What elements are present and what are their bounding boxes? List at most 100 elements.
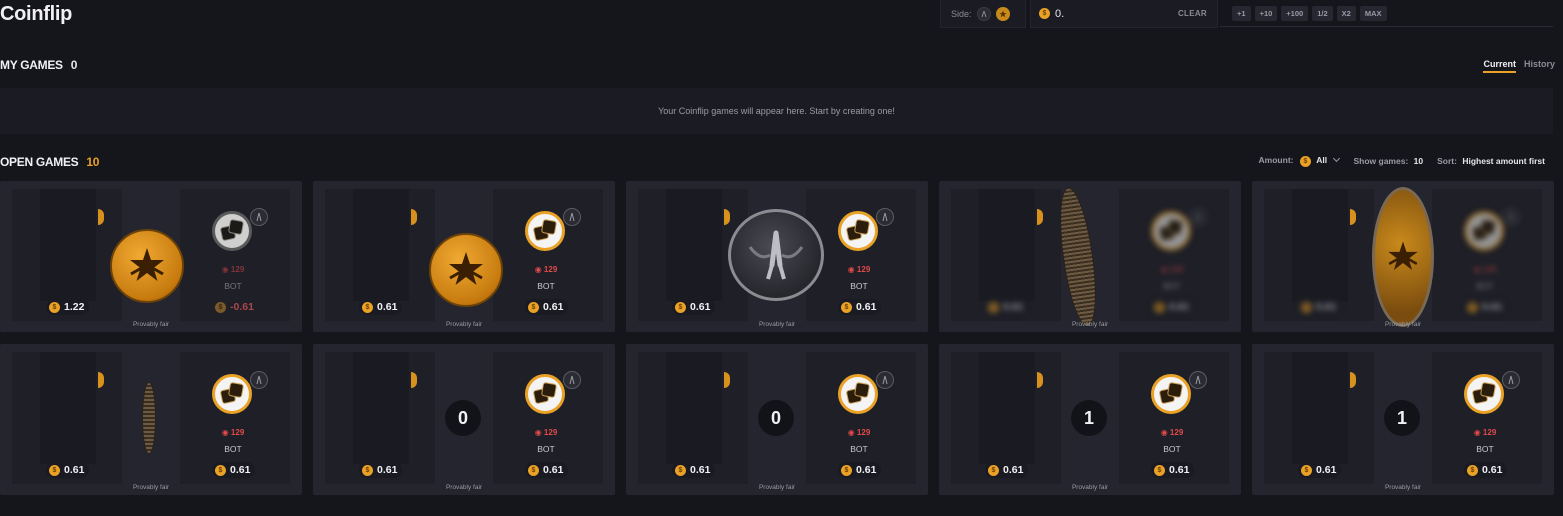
coin-icon: $ <box>215 464 226 476</box>
ct-side-icon <box>1189 208 1207 226</box>
provably-fair-link[interactable]: Provably fair <box>313 321 615 328</box>
coin-icon: $ <box>1301 464 1312 476</box>
countdown-badge: 1 <box>1071 400 1107 436</box>
provably-fair-link[interactable]: Provably fair <box>0 484 302 491</box>
right-amount-value: 0.61 <box>1482 301 1503 313</box>
ct-side-icon <box>1502 208 1520 226</box>
coin-icon: $ <box>528 464 539 476</box>
open-games-title: OPEN GAMES <box>0 155 79 169</box>
right-amount: $0.61 <box>1464 299 1508 315</box>
amount-filter[interactable]: Amount: $ All <box>1259 154 1341 167</box>
quick-plus-1-button[interactable]: +1 <box>1232 5 1251 21</box>
left-amount: $0.61 <box>985 462 1029 478</box>
my-games-tabs: Current History <box>1483 59 1555 73</box>
game-card[interactable]: ◉ 129 BOT $ -0.61 $1.22 Provably fair <box>0 181 302 332</box>
tab-current[interactable]: Current <box>1483 59 1516 73</box>
player-level: ◉ 129 <box>534 265 558 274</box>
show-games-filter[interactable]: Show games: 10 <box>1353 156 1423 166</box>
avatar[interactable] <box>525 374 565 414</box>
left-amount: $0.61 <box>46 462 90 478</box>
game-card[interactable]: ◉ 129 BOT $0.61 $0.61 Provably fair <box>1252 181 1554 332</box>
player-name: BOT <box>850 281 868 291</box>
game-card[interactable]: ◉ 129 BOT $0.61 $0.61 1 Provably fair <box>939 344 1241 495</box>
game-card[interactable]: ◉ 129 BOT $0.61 $0.61 0 Provably fair <box>626 344 928 495</box>
t-coin-icon <box>1372 187 1434 327</box>
player-name: BOT <box>850 444 868 454</box>
provably-fair-link[interactable]: Provably fair <box>1252 484 1554 491</box>
provably-fair-link[interactable]: Provably fair <box>939 321 1241 328</box>
player-level: ◉ 129 <box>1473 265 1497 274</box>
avatar[interactable] <box>1464 211 1504 251</box>
coin-icon: $ <box>1301 301 1312 313</box>
level-value: 129 <box>230 265 245 274</box>
game-card[interactable]: ◉ 129 BOT $0.61 $0.61 Provably fair <box>939 181 1241 332</box>
coin-icon: $ <box>1299 156 1311 167</box>
bet-amount-input[interactable]: $ 0. CLEAR <box>1030 0 1218 28</box>
my-games-heading: MY GAMES 0 <box>0 58 77 72</box>
ct-side-icon[interactable] <box>976 6 991 21</box>
player-level: ◉ 129 <box>1160 265 1184 274</box>
avatar[interactable] <box>838 211 878 251</box>
avatar[interactable] <box>1464 374 1504 414</box>
provably-fair-link[interactable]: Provably fair <box>0 321 302 328</box>
coin-icon: $ <box>988 301 999 313</box>
empty-player-slot <box>353 189 409 301</box>
dice-icon <box>532 218 558 242</box>
provably-fair-link[interactable]: Provably fair <box>626 321 928 328</box>
player-name: BOT <box>1476 444 1494 454</box>
avatar[interactable] <box>525 211 565 251</box>
quick-half-button[interactable]: 1/2 <box>1312 5 1333 21</box>
avatar[interactable] <box>212 211 252 251</box>
countdown-badge: 0 <box>758 400 794 436</box>
left-amount-value: 1.22 <box>64 301 85 313</box>
avatar[interactable] <box>838 374 878 414</box>
dice-icon <box>845 218 871 242</box>
player-level: ◉ 129 <box>1473 428 1497 437</box>
coin-icon: $ <box>362 464 373 476</box>
quick-amount-buttons: +1 +10 +100 1/2 X2 MAX <box>1220 0 1553 27</box>
avatar[interactable] <box>1151 374 1191 414</box>
ct-side-icon <box>876 208 894 226</box>
quick-max-button[interactable]: MAX <box>1359 5 1387 21</box>
show-games-value: 10 <box>1413 156 1424 166</box>
dice-icon <box>1471 218 1497 242</box>
quick-plus-10-button[interactable]: +10 <box>1254 5 1278 21</box>
side-selector[interactable]: Side: <box>940 0 1026 28</box>
player-name: BOT <box>537 281 555 291</box>
empty-player-slot <box>1292 189 1348 301</box>
t-side-icon[interactable] <box>995 6 1010 21</box>
empty-player-slot <box>979 189 1035 301</box>
quick-double-button[interactable]: X2 <box>1336 5 1356 21</box>
countdown-badge: 0 <box>445 400 481 436</box>
avatar[interactable] <box>1151 211 1191 251</box>
game-card[interactable]: ◉ 129 BOT $0.61 $0.61 Provably fair <box>313 181 615 332</box>
show-games-label: Show games: <box>1353 156 1409 166</box>
sort-filter[interactable]: Sort: Highest amount first <box>1437 156 1545 166</box>
clear-button[interactable]: CLEAR <box>1178 9 1207 18</box>
flipping-coin-icon <box>142 382 156 454</box>
quick-plus-100-button[interactable]: +100 <box>1281 5 1309 21</box>
right-amount-value: 0.61 <box>230 464 251 476</box>
game-card[interactable]: ◉ 129 BOT $0.61 $0.61 Provably fair <box>626 181 928 332</box>
provably-fair-link[interactable]: Provably fair <box>939 484 1241 491</box>
provably-fair-link[interactable]: Provably fair <box>1252 321 1554 328</box>
player-level: ◉ 129 <box>221 428 245 437</box>
game-card[interactable]: ◉ 129 BOT $0.61 $0.61 1 Provably fair <box>1252 344 1554 495</box>
game-card[interactable]: ◉ 129 BOT $0.61 $0.61 Provably fair <box>0 344 302 495</box>
dice-icon <box>219 381 245 405</box>
side-label: Side: <box>951 8 972 19</box>
right-amount: $0.61 <box>1151 299 1195 315</box>
sort-value: Highest amount first <box>1462 156 1545 166</box>
game-card[interactable]: ◉ 129 BOT $0.61 $0.61 0 Provably fair <box>313 344 615 495</box>
player-name: BOT <box>1163 444 1181 454</box>
coin-icon: $ <box>988 464 999 476</box>
bet-amount-value[interactable]: 0. <box>1055 8 1064 20</box>
provably-fair-link[interactable]: Provably fair <box>313 484 615 491</box>
left-amount: $0.61 <box>1298 462 1342 478</box>
tab-history[interactable]: History <box>1524 59 1555 73</box>
provably-fair-link[interactable]: Provably fair <box>626 484 928 491</box>
avatar[interactable] <box>212 374 252 414</box>
left-amount-value: 0.61 <box>377 301 398 313</box>
level-value: 129 <box>230 428 245 437</box>
left-amount-value: 0.61 <box>1003 301 1024 313</box>
